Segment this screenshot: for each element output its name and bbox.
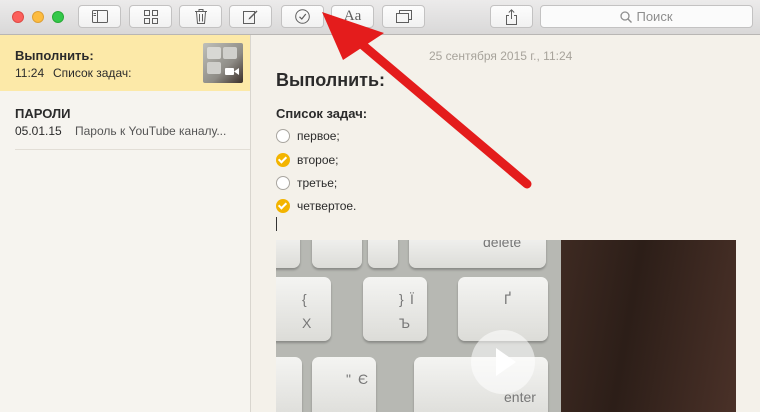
keyboard-key: [312, 240, 362, 268]
divider: [15, 149, 250, 150]
note-time: 11:24: [15, 66, 45, 80]
keyboard-key: " Є: [312, 357, 376, 412]
note-title: Выполнить:: [15, 48, 94, 63]
delete-note-button[interactable]: [179, 5, 222, 28]
note-date: 25 сентября 2015 г., 11:24: [429, 49, 573, 63]
text-cursor: [276, 217, 277, 231]
key-label: Х: [302, 315, 312, 331]
checkmark-circle-icon: [295, 9, 310, 24]
checkbox-checked[interactable]: [276, 153, 290, 167]
photos-icon: [395, 10, 412, 23]
new-note-button[interactable]: [229, 5, 272, 28]
search-placeholder: Поиск: [636, 9, 673, 24]
attachments-browser-button[interactable]: [129, 5, 172, 28]
key-label: Ї: [410, 291, 414, 307]
grid-icon: [143, 9, 158, 24]
checkbox[interactable]: [276, 176, 290, 190]
format-label: Aa: [343, 8, 362, 24]
key-label: ": [346, 371, 351, 387]
sidebar-icon: [91, 10, 108, 23]
note-heading[interactable]: Выполнить:: [276, 70, 385, 91]
add-photo-button[interactable]: [382, 5, 425, 28]
key-label: {: [302, 291, 307, 307]
close-window-button[interactable]: [12, 11, 24, 23]
note-item[interactable]: ПАРОЛИ 05.01.15 Пароль к YouTube каналу.…: [0, 91, 250, 149]
note-preview: Пароль к YouTube каналу...: [75, 124, 227, 138]
keyboard-key: } Ї Ъ: [363, 277, 427, 341]
minimize-window-button[interactable]: [32, 11, 44, 23]
share-icon: [506, 8, 517, 25]
key-label: Ґ: [504, 291, 511, 307]
search-input[interactable]: Поиск: [540, 5, 753, 28]
share-button[interactable]: [490, 5, 533, 28]
checkbox[interactable]: [276, 129, 290, 143]
search-icon: [620, 10, 633, 23]
note-title: ПАРОЛИ: [15, 106, 71, 121]
key-label: Ъ: [399, 315, 411, 331]
video-attachment[interactable]: delete { Х } Ї Ъ Ґ " Є enter: [276, 240, 736, 412]
checkbox-checked[interactable]: [276, 199, 290, 213]
keyboard-key: { Х: [276, 277, 331, 341]
key-label: delete: [483, 240, 522, 250]
checklist-item[interactable]: четвертое.: [297, 199, 356, 213]
zoom-window-button[interactable]: [52, 11, 64, 23]
notes-list: Выполнить: 11:24 Список задач: ПАРОЛИ 05…: [0, 35, 251, 412]
play-button[interactable]: [471, 330, 535, 394]
video-frame-background: [561, 240, 736, 412]
video-thumbnail: [203, 43, 243, 83]
checklist-button[interactable]: [281, 5, 324, 28]
video-camera-icon: [225, 68, 239, 75]
sidebar-toggle-button[interactable]: [78, 5, 121, 28]
window-toolbar: Aa Поиск: [0, 0, 760, 35]
key-label: Є: [358, 371, 369, 387]
keyboard-key: [276, 240, 300, 268]
keyboard-key: delete: [409, 240, 546, 268]
trash-icon: [194, 9, 207, 24]
compose-icon: [243, 10, 258, 24]
checklist-item[interactable]: третье;: [297, 176, 337, 190]
checklist-item[interactable]: второе;: [297, 153, 339, 167]
checklist-heading[interactable]: Список задач:: [276, 106, 367, 121]
checklist-item[interactable]: первое;: [297, 129, 340, 143]
keyboard-key: [276, 357, 302, 412]
keyboard-key: [368, 240, 398, 268]
note-editor[interactable]: 25 сентября 2015 г., 11:24 Выполнить: Сп…: [251, 35, 760, 412]
note-preview: Список задач:: [53, 66, 132, 80]
format-button[interactable]: Aa: [331, 5, 374, 28]
note-time: 05.01.15: [15, 124, 62, 138]
note-item-selected[interactable]: Выполнить: 11:24 Список задач:: [0, 35, 250, 91]
key-label: }: [399, 291, 404, 307]
